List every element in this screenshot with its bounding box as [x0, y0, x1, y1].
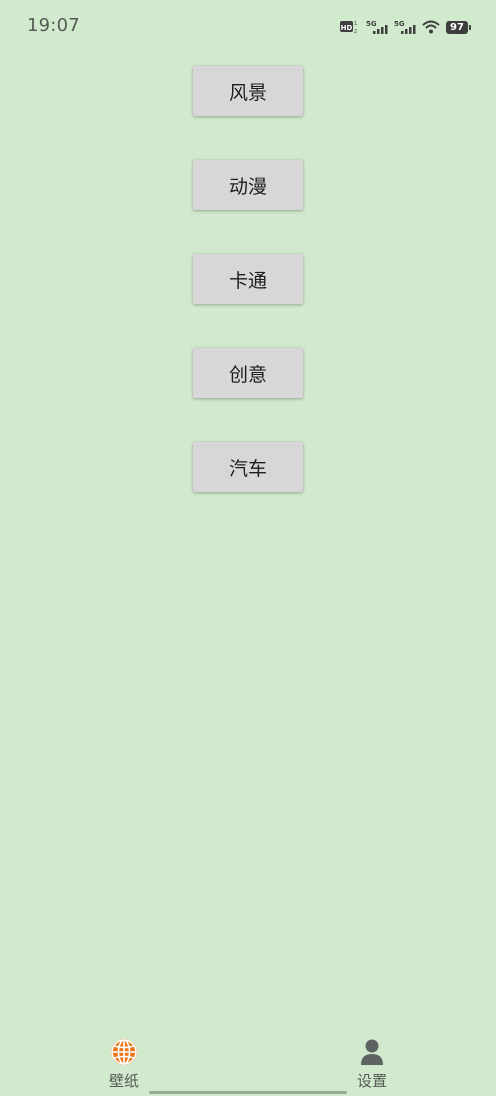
svg-text:2: 2 — [354, 29, 357, 34]
category-button-creative[interactable]: 创意 — [193, 348, 303, 398]
category-button-scenery[interactable]: 风景 — [193, 66, 303, 116]
category-button-cartoon[interactable]: 卡通 — [193, 254, 303, 304]
tab-settings[interactable]: 设置 — [332, 1030, 412, 1092]
category-button-anime[interactable]: 动漫 — [193, 160, 303, 210]
home-indicator[interactable] — [149, 1091, 347, 1094]
signal-5g-icon: 5G — [366, 20, 388, 34]
signal-5g-icon-2: 5G — [394, 20, 416, 34]
bottom-nav: 壁纸 设置 — [0, 1030, 496, 1096]
globe-icon — [111, 1039, 137, 1065]
signal-5g-label: 5G — [366, 20, 377, 28]
svg-text:1: 1 — [354, 21, 357, 27]
battery-level: 97 — [450, 21, 464, 33]
battery-icon: 97 — [446, 20, 471, 34]
hd-label: HD — [341, 24, 353, 32]
person-icon — [361, 1039, 383, 1065]
clock: 19:07 — [27, 15, 80, 36]
category-button-car[interactable]: 汽车 — [193, 442, 303, 492]
wifi-icon — [422, 20, 440, 34]
status-icons: HD 1 2 5G 5G 97 — [334, 17, 471, 37]
tab-wallpaper-label: 壁纸 — [108, 1072, 139, 1090]
tab-wallpaper[interactable]: 壁纸 — [84, 1030, 164, 1092]
hd-icon: HD 1 2 — [340, 21, 357, 34]
status-bar: 19:07 HD 1 2 5G 5G 97 — [0, 0, 496, 52]
tab-settings-label: 设置 — [356, 1072, 387, 1090]
signal-5g-label-2: 5G — [394, 20, 405, 28]
